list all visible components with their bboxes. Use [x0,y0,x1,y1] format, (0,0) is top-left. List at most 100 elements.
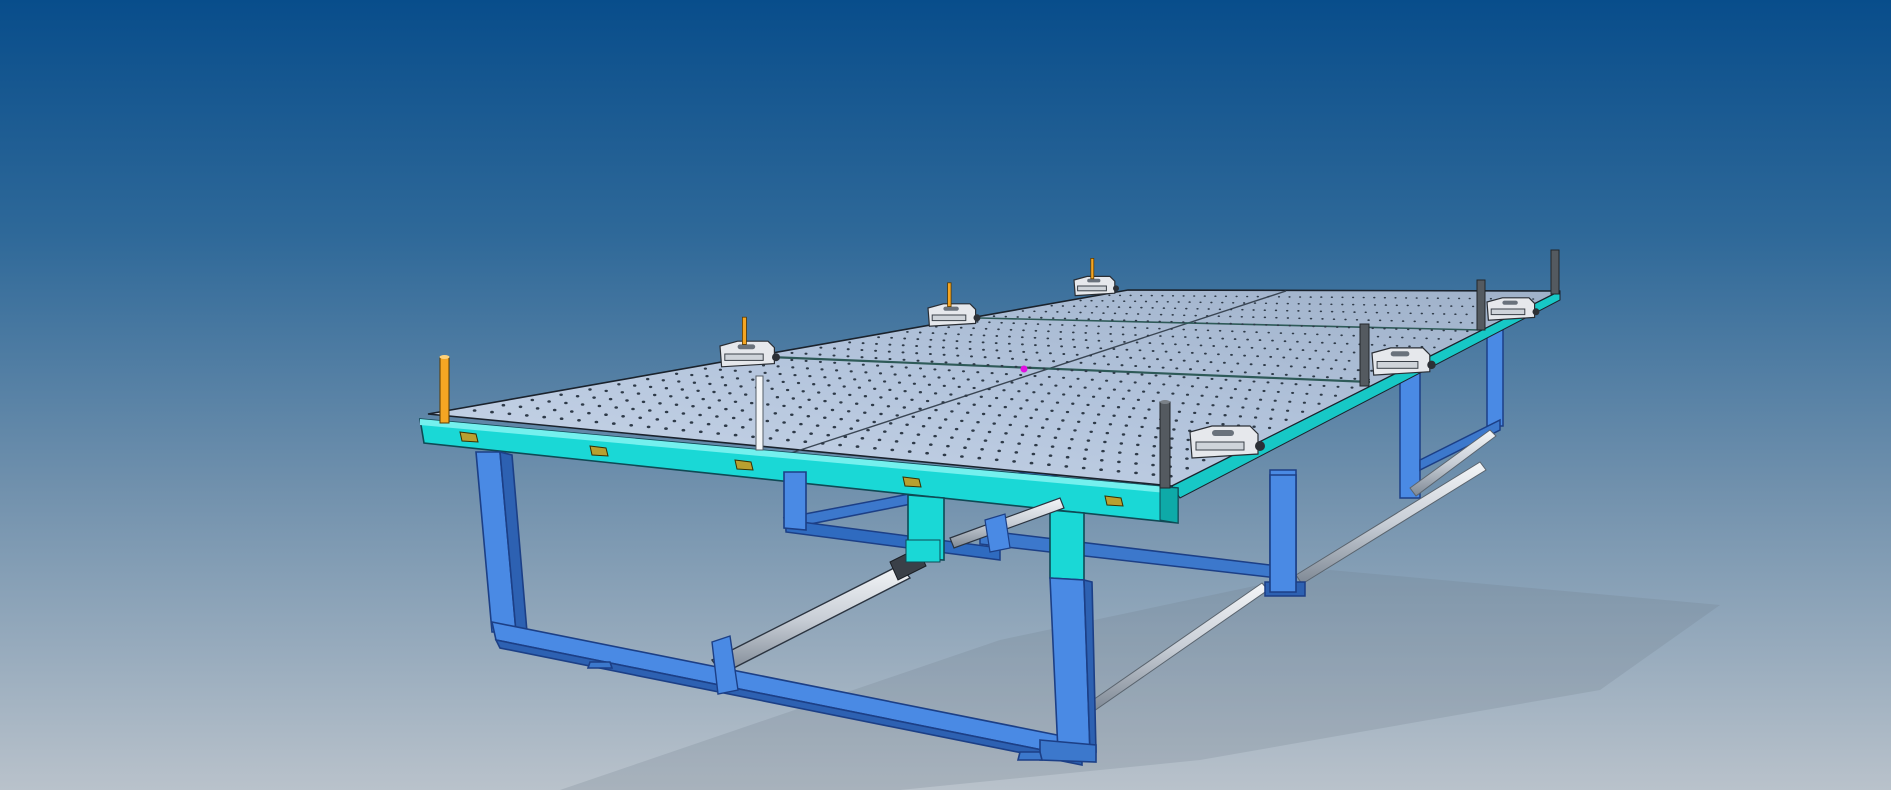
plate-hole [1256,407,1260,410]
plate-hole [575,394,580,398]
plate-hole [1133,326,1137,329]
plate-hole [1224,378,1228,381]
plate-hole [1128,415,1132,419]
plate-hole [604,413,608,416]
plate-hole [1271,372,1275,376]
plate-hole [1454,313,1457,316]
plate-hole [808,374,812,378]
toggle-clamp[interactable] [1371,347,1436,376]
plate-hole [922,375,926,378]
plate-hole [1257,372,1261,375]
plate-hole [911,415,916,419]
plate-hole [1406,304,1409,307]
plate-hole [1276,324,1280,327]
selection-marker[interactable] [1020,365,1028,373]
plate-hole [625,399,629,402]
plate-hole [1086,403,1090,407]
plate-hole [1136,443,1140,447]
welding-table-3d-model[interactable] [0,0,1891,790]
plate-hole [1371,327,1374,330]
plate-hole [1033,336,1037,339]
plate-hole [1424,320,1428,323]
plate-hole [501,403,506,407]
plate-hole [928,345,932,348]
plate-hole [1225,345,1228,348]
plate-hole [956,354,960,357]
plate-hole [1196,336,1200,339]
plate-hole [972,386,976,390]
toggle-clamp[interactable] [719,316,780,368]
plate-hole [705,374,709,378]
cad-viewport[interactable] [0,0,1891,790]
plate-hole [1330,303,1333,306]
plate-hole [1059,330,1063,333]
plate-hole [1121,433,1126,436]
plate-hole [847,362,851,365]
plate-hole [855,402,859,405]
plate-hole [1034,344,1037,347]
plate-hole [870,403,875,407]
plate-hole [1252,316,1255,318]
plate-hole [1158,320,1161,323]
plate-hole [1112,348,1116,350]
plate-hole [1158,327,1161,330]
plate-hole [1240,315,1244,318]
plate-hole [1014,365,1018,368]
plate-hole [1146,334,1150,337]
plate-hole [1252,309,1255,311]
plate-hole [1108,294,1111,297]
plate-hole [701,397,705,401]
plate-hole [1282,356,1286,359]
plate-hole [992,315,996,318]
plate-hole [641,400,646,404]
plate-hole [1036,323,1040,326]
toggle-clamp[interactable] [1486,297,1540,321]
plate-hole [1269,355,1273,358]
plate-hole [1062,376,1066,379]
plate-hole [1136,398,1140,402]
plate-hole [1047,463,1051,467]
plate-hole [1101,449,1105,453]
plate-hole [1431,312,1435,315]
plate-hole [1324,325,1327,328]
plate-hole [1110,340,1113,343]
plate-hole [925,451,929,455]
toggle-clamp[interactable] [1073,257,1119,297]
plate-hole [982,334,986,337]
plate-hole [703,367,708,370]
plate-hole [1061,419,1065,422]
plate-hole [1294,383,1298,386]
plate-hole [814,407,819,410]
plate-hole [1140,373,1144,376]
plate-hole [1308,303,1311,305]
plate-hole [775,396,780,399]
plate-hole [1138,349,1142,352]
plate-hole [968,340,972,343]
plate-hole [942,453,947,457]
plate-hole [1101,404,1105,408]
plate-hole [812,383,816,386]
plate-hole [863,395,868,398]
toggle-clamp[interactable] [927,282,981,327]
plate-hole [1046,337,1050,340]
plate-hole [1439,305,1442,307]
plate-hole [905,423,909,427]
toggle-clamp[interactable] [1189,425,1265,459]
plate-hole [832,392,836,395]
plate-hole [1204,352,1207,355]
plate-hole [1356,369,1360,372]
plate-hole [818,360,822,363]
plate-hole [1266,381,1270,384]
plate-hole [1449,338,1453,341]
plate-hole [782,404,786,408]
plate-hole [888,388,892,392]
plate-hole [1097,339,1101,342]
plate-hole [1117,460,1121,464]
plate-hole [1045,418,1049,421]
plate-hole [1263,309,1267,312]
plate-hole [1314,349,1318,352]
plate-hole [995,335,999,337]
plate-hole [1060,345,1063,348]
plate-hole [819,346,823,349]
plate-hole [1177,351,1181,354]
